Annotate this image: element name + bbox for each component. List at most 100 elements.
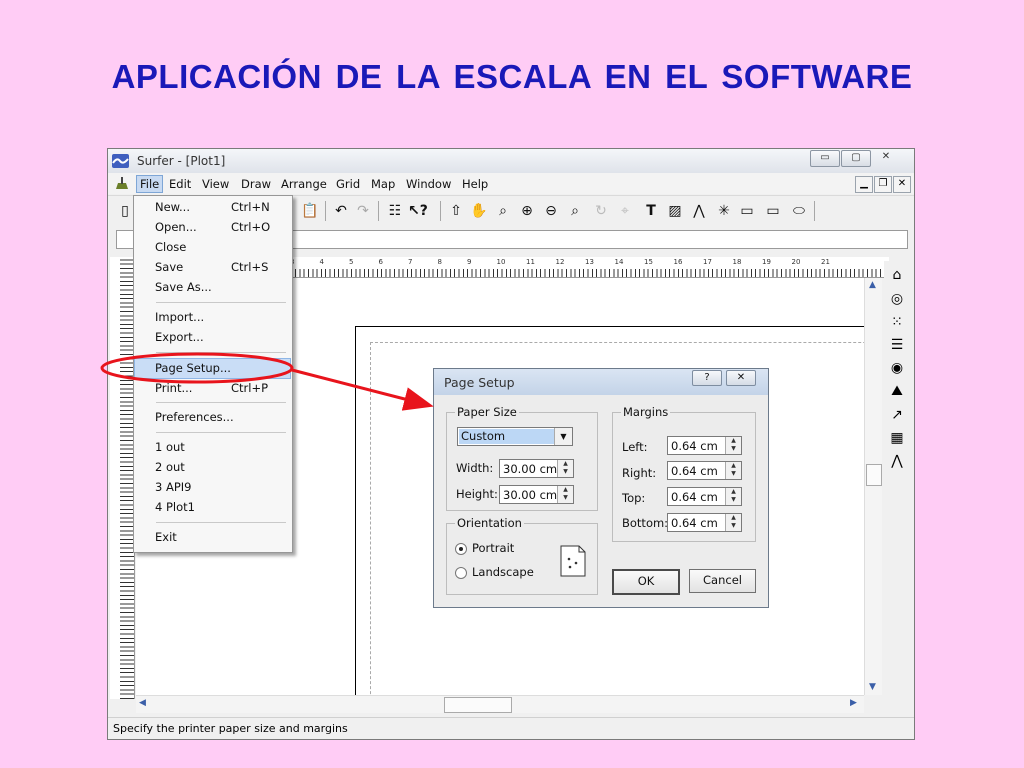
surface-icon[interactable]: ⋀ (887, 451, 907, 471)
zoom-in-icon[interactable]: ⊕ (518, 202, 536, 220)
top-margin-input[interactable]: 0.64 cm ▲ ▼ (667, 487, 742, 506)
vector-map-icon[interactable]: ↗ (887, 405, 907, 425)
undo-icon[interactable]: ↶ (332, 202, 350, 220)
scroll-down-icon[interactable]: ▼ (869, 682, 876, 692)
menu-item-export[interactable]: Export... (135, 328, 291, 347)
height-spinner-icon[interactable]: ▲ ▼ (557, 486, 573, 503)
menu-item-save-as[interactable]: Save As... (135, 278, 291, 297)
wireframe-icon[interactable]: ▦ (887, 428, 907, 448)
horizontal-scrollbar[interactable]: ◀ ▶ (136, 695, 864, 713)
ellipse-icon[interactable]: ⬭ (790, 202, 808, 220)
image-map-icon[interactable]: ◉ (887, 358, 907, 378)
dialog-help-button[interactable]: ? (692, 370, 722, 386)
minimize-button[interactable]: ▭ (810, 150, 840, 167)
portrait-radio[interactable] (455, 543, 467, 555)
menu-item-exit[interactable]: Exit (135, 528, 291, 547)
dialog-close-button[interactable]: ✕ (726, 370, 756, 386)
contour-map-icon[interactable]: ◎ (887, 289, 907, 309)
zoom-out-icon[interactable]: ⊖ (542, 202, 560, 220)
height-input[interactable]: 30.00 cm ▲ ▼ (499, 485, 574, 504)
toolbar-separator (440, 201, 441, 221)
new-icon[interactable]: ▯ (116, 202, 134, 220)
cancel-button[interactable]: Cancel (689, 569, 756, 593)
pan-hand-icon[interactable]: ✋ (470, 202, 488, 220)
menu-item-recent-2[interactable]: 2 out (135, 458, 291, 477)
menu-item-save[interactable]: Save Ctrl+S (135, 258, 291, 277)
menu-file[interactable]: File (136, 175, 164, 193)
menu-item-close[interactable]: Close (135, 238, 291, 257)
polyline-icon[interactable]: ⋀ (690, 202, 708, 220)
vertical-scroll-thumb[interactable] (866, 464, 882, 486)
zoom-page-icon[interactable]: ⌕ (566, 202, 584, 220)
menu-arrange[interactable]: Arrange (281, 177, 327, 191)
mdi-close-button[interactable]: ✕ (893, 176, 911, 193)
menu-item-recent-3[interactable]: 3 API9 (135, 478, 291, 497)
width-input[interactable]: 30.00 cm ▲ ▼ (499, 459, 574, 478)
menu-edit[interactable]: Edit (169, 177, 191, 191)
close-button[interactable]: ✕ (872, 150, 900, 165)
maximize-button[interactable]: ▢ (841, 150, 871, 167)
menu-item-new[interactable]: New... Ctrl+N (135, 198, 291, 217)
mdi-minimize-button[interactable]: ▁ (855, 176, 873, 193)
ok-button[interactable]: OK (612, 569, 680, 595)
dialog-title-bar[interactable]: Page Setup ? ✕ (434, 369, 768, 395)
classed-post-icon[interactable]: ☰ (887, 335, 907, 355)
document-icon[interactable] (114, 176, 130, 191)
base-map-icon[interactable]: ⌂ (887, 265, 907, 285)
ruler-number: 11 (526, 258, 535, 266)
left-margin-spinner-icon[interactable]: ▲ ▼ (725, 437, 741, 454)
post-map-icon[interactable]: ⁙ (887, 312, 907, 332)
toolbar-separator (378, 201, 379, 221)
horizontal-scroll-thumb[interactable] (444, 697, 512, 713)
scroll-right-icon[interactable]: ▶ (850, 698, 857, 708)
paste-icon[interactable]: 📋 (301, 202, 319, 220)
bottom-margin-input[interactable]: 0.64 cm ▲ ▼ (667, 513, 742, 532)
ruler-number: 8 (437, 258, 442, 266)
left-margin-input[interactable]: 0.64 cm ▲ ▼ (667, 436, 742, 455)
menu-item-recent-1[interactable]: 1 out (135, 438, 291, 457)
rectangle-icon[interactable]: ▭ (738, 202, 756, 220)
right-margin-input[interactable]: 0.64 cm ▲ ▼ (667, 461, 742, 480)
polygon-icon[interactable]: ▨ (666, 202, 684, 220)
rotate-icon[interactable]: ↻ (592, 202, 610, 220)
mdi-restore-button[interactable]: ❐ (874, 176, 892, 193)
top-margin-spinner-icon[interactable]: ▲ ▼ (725, 488, 741, 505)
status-bar: Specify the printer paper size and margi… (108, 717, 914, 739)
vertical-scrollbar[interactable]: ▲ ▼ (864, 278, 882, 695)
digitize-icon[interactable]: ⌖ (616, 202, 634, 220)
ruler-number: 12 (555, 258, 565, 266)
zoom-rectangle-icon[interactable]: ⌕ (494, 202, 512, 220)
title-bar[interactable]: Surfer - [Plot1] ▭ ▢ ✕ (108, 149, 914, 173)
help-pointer-icon[interactable]: ↖? (408, 202, 428, 220)
select-arrow-icon[interactable]: ⇧ (447, 202, 465, 220)
bottom-margin-spinner-icon[interactable]: ▲ ▼ (725, 514, 741, 531)
menu-help[interactable]: Help (462, 177, 488, 191)
paper-size-select[interactable]: Custom ▼ (457, 427, 573, 446)
menu-item-import[interactable]: Import... (135, 308, 291, 327)
object-manager-icon[interactable]: ☷ (386, 202, 404, 220)
chevron-down-icon[interactable]: ▼ (554, 428, 572, 445)
menu-item-print[interactable]: Print... Ctrl+P (135, 379, 291, 398)
menu-grid[interactable]: Grid (336, 177, 360, 191)
scroll-left-icon[interactable]: ◀ (139, 698, 146, 708)
scroll-up-icon[interactable]: ▲ (869, 280, 876, 290)
shaded-relief-icon[interactable]: ⛰ (887, 381, 907, 401)
menu-draw[interactable]: Draw (241, 177, 271, 191)
menu-view[interactable]: View (202, 177, 229, 191)
right-margin-spinner-icon[interactable]: ▲ ▼ (725, 462, 741, 479)
redo-icon[interactable]: ↷ (354, 202, 372, 220)
menu-map[interactable]: Map (371, 177, 395, 191)
symbol-icon[interactable]: ✳ (715, 202, 733, 220)
ruler-number: 18 (732, 258, 742, 266)
menu-window[interactable]: Window (406, 177, 451, 191)
width-spinner-icon[interactable]: ▲ ▼ (557, 460, 573, 477)
landscape-radio[interactable] (455, 567, 467, 579)
menu-item-preferences[interactable]: Preferences... (135, 408, 291, 427)
rounded-rectangle-icon[interactable]: ▭ (764, 202, 782, 220)
page-setup-dialog: Page Setup ? ✕ Paper Size Custom ▼ Width… (433, 368, 769, 608)
menu-item-open[interactable]: Open... Ctrl+O (135, 218, 291, 237)
menu-item-page-setup[interactable]: Page Setup... (134, 358, 291, 379)
text-icon[interactable]: T (642, 202, 660, 220)
menu-item-recent-4[interactable]: 4 Plot1 (135, 498, 291, 517)
ruler-number: 17 (703, 258, 712, 266)
